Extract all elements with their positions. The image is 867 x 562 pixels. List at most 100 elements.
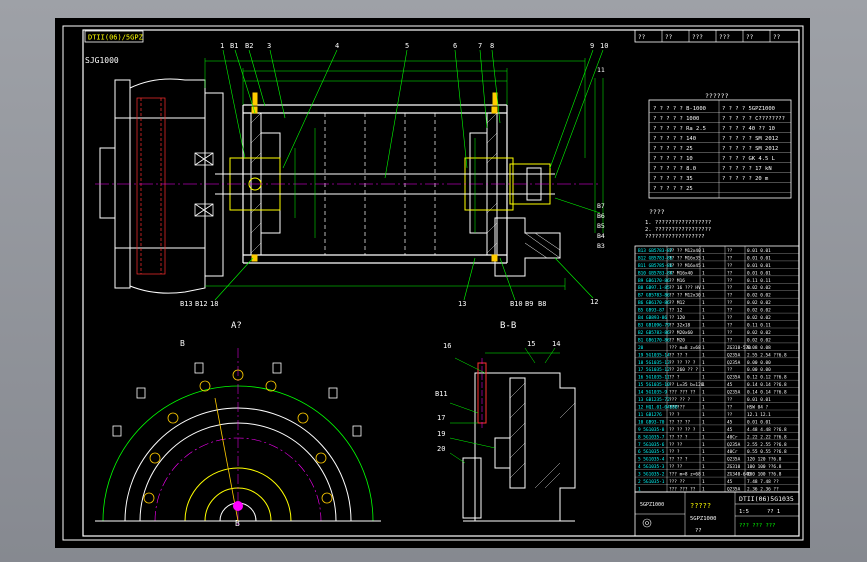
tech-spec-left: ? ? ? ? ? 10 (653, 156, 693, 162)
parts-rows: B13 GB5783-87?? ?? M12x40 1?? 0.01 0.01 B12… (635, 248, 799, 493)
parts-cell: 15 5G1035-10 (638, 382, 670, 388)
parts-cell: 0.11 0.11 (747, 323, 771, 329)
cad-drawing: DTII(06)/5GPZ ?? ?? ??? ??? ?? ?? 1 B1 B… (62, 25, 804, 541)
parts-cell: 1 (702, 352, 705, 358)
reducer-bearings (194, 152, 214, 217)
tech-spec-box: ?????? ? ? ? ? ? B-1000 ? ? ? ? 5GPZ1000?… (645, 92, 792, 240)
callout-label: B10 (510, 300, 523, 308)
parts-cell: ?? ?? (669, 464, 683, 470)
parts-cell: ?? 16 ??? HV (669, 285, 701, 291)
parts-cell: B1 GB6170-86 (638, 337, 670, 343)
callout-label: B12 (195, 300, 208, 308)
parts-cell: 0.14 0.14 ??6.8 (747, 382, 787, 388)
parts-cell: B4 GB893-86 (638, 315, 667, 321)
parts-cell: ?? (727, 300, 733, 306)
parts-cell: 19 5G1035-14 (638, 352, 670, 358)
callout-label: B5 (597, 222, 605, 230)
callout-label: 9 (590, 42, 594, 50)
parts-cell: 0.01 0.01 (747, 255, 771, 261)
parts-cell: Q235A (727, 352, 741, 358)
section-b-view: B-B 16 15 14 B11 17 19 20 (435, 321, 576, 522)
parts-cell: ?? ?? ? (669, 457, 688, 463)
callout-label: 8 (490, 42, 494, 50)
title-block-scale: 1:5 (739, 509, 749, 515)
tech-spec-left: ? ? ? ? ? 35 (653, 176, 693, 182)
notes-header: ???? (649, 208, 665, 216)
parts-cell: ?? ?? M16x35 (669, 255, 701, 261)
parts-cell: 1 (702, 315, 705, 321)
callout-label: B2 (245, 42, 253, 50)
parts-cell: 45 (727, 427, 733, 433)
tech-spec-left: ? ? ? ? ? 140 (653, 136, 696, 142)
header-cell: ??? (692, 34, 703, 41)
note-line: 2. ????????????????? (645, 227, 711, 233)
title-block-sheet: ?? 1 (767, 509, 780, 515)
callout-label: 11 (597, 66, 605, 74)
header-cell: ?? (665, 34, 673, 41)
parts-cell: 7 5G1035-6 (638, 442, 665, 448)
parts-cell: Q235A (727, 360, 741, 366)
callout-label: 14 (552, 340, 560, 348)
parts-cell: ?? (727, 270, 733, 276)
callout-label: 13 (458, 300, 466, 308)
title-block-drawing-no: 5GPZ1000 (640, 502, 664, 508)
parts-cell: 7.48 7.48 ?? (747, 479, 779, 485)
parts-cell: ?? ?? M16x45 (669, 263, 701, 269)
tech-spec-left: ? ? ? ? ? 25 (653, 146, 693, 152)
callout-label: B1 (230, 42, 238, 50)
parts-cell: 120 120 ??6.8 (747, 457, 782, 463)
section-b-geometry (462, 372, 576, 522)
title-tag-text: DTII(06)/5GPZ (88, 34, 143, 42)
tech-spec-right: ? ? ? ? ? SM 2012 (722, 146, 778, 152)
drawing-sheet[interactable]: DTII(06)/5GPZ ?? ?? ??? ??? ?? ?? 1 B1 B… (55, 18, 810, 548)
parts-cell: ?? (727, 367, 733, 373)
tech-spec-left: ? ? ? ? ? 1000 (653, 116, 699, 122)
reducer-housing (99, 78, 224, 294)
callout-label: B13 (180, 300, 193, 308)
parts-cell: ??? ?? ? (669, 397, 691, 403)
parts-cell: 1 (702, 419, 705, 425)
parts-cell: B3 GB1096-79 (638, 323, 670, 329)
tech-spec-right: ? ? ? ? ? C???????? (722, 116, 785, 122)
parts-cell: ?? M12 (669, 300, 685, 306)
parts-cell: 1 (702, 360, 705, 366)
parts-cell: 1 (702, 382, 705, 388)
parts-cell: B12 GB5783-86 (638, 255, 673, 261)
section-b-hatching (509, 382, 576, 489)
tech-spec-left: ? ? ? ? ? 8.0 (653, 166, 696, 172)
callout-label: B7 (597, 202, 605, 210)
parts-cell: B6 GB6170-86 (638, 300, 670, 306)
tech-spec-right: ? ? ? ? 5GPZ1000 (722, 106, 775, 112)
tech-spec-right: ? ? ? ? GK 4.5 L (722, 156, 776, 162)
right-pedestal (494, 217, 561, 277)
title-block: ????? 5GPZ1000 DTII(06)5G1035 1:5 ?? 1 ?… (634, 491, 800, 537)
parts-cell: ?? ? (669, 449, 680, 455)
tech-spec-header: ?????? (705, 92, 729, 100)
section-b-dims (449, 347, 560, 464)
parts-cell: 18 5G1035-13 (638, 360, 670, 366)
parts-cell: ??? m=8 z=68 (669, 472, 701, 478)
parts-cell: 1 (702, 434, 705, 440)
parts-cell: ?? (727, 330, 733, 336)
parts-cell: ?? ?? M12x40 (669, 248, 701, 254)
parts-cell: 0.14 0.14 ??6.8 (747, 390, 787, 396)
parts-cell: B13 GB5783-87 (638, 248, 673, 254)
parts-cell: ?? (727, 323, 733, 329)
tech-spec-left: ? ? ? ? ? 25 (653, 186, 693, 192)
parts-cell: 0.01 0.01 (747, 397, 771, 403)
callout-label: 4 (335, 42, 339, 50)
parts-cell: ZG310 (727, 464, 741, 470)
parts-cell: 1 (702, 472, 705, 478)
parts-cell: ?? (727, 308, 733, 314)
parts-cell: 4 5G1035-3 (638, 464, 665, 470)
parts-cell: ?? (727, 405, 733, 411)
parts-cell: ?? ?? (669, 442, 683, 448)
parts-cell: 1 (702, 412, 705, 418)
parts-cell: 0.02 0.02 (747, 315, 771, 321)
cad-viewport[interactable]: DTII(06)/5GPZ ?? ?? ??? ??? ?? ?? 1 B1 B… (0, 0, 867, 562)
parts-cell: 1 (702, 337, 705, 343)
parts-cell: 11 GB1276 (638, 412, 662, 418)
parts-cell: 1 (702, 479, 705, 485)
outer-lugs (112, 362, 362, 437)
parts-cell: 1 (702, 449, 705, 455)
